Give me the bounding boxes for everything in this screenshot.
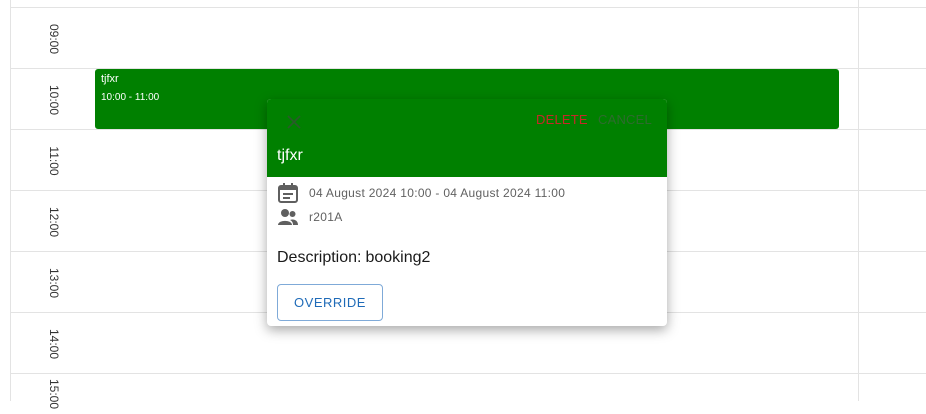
- description-value: booking2: [365, 249, 431, 266]
- cancel-button[interactable]: CANCEL: [598, 112, 652, 128]
- close-icon[interactable]: [283, 111, 305, 133]
- people-icon: [277, 206, 299, 228]
- time-label: 13:00: [47, 267, 61, 299]
- delete-button[interactable]: DELETE: [536, 112, 588, 128]
- hour-line: [10, 7, 926, 8]
- override-button[interactable]: OVERRIDE: [277, 284, 383, 321]
- popup-header: DELETE CANCEL tjfxr: [267, 99, 667, 177]
- time-label: 14:00: [47, 328, 61, 360]
- event-date-range: 04 August 2024 10:00 - 04 August 2024 11…: [309, 186, 566, 200]
- time-label: 11:00: [47, 146, 61, 176]
- time-label: 10:00: [47, 84, 61, 116]
- event-details-popup: DELETE CANCEL tjfxr 04 August 2024 10:00…: [267, 99, 667, 326]
- time-label: 09:00: [47, 23, 61, 55]
- date-row: 04 August 2024 10:00 - 04 August 2024 11…: [277, 183, 565, 203]
- time-column-border: [10, 0, 11, 401]
- calendar-icon: [277, 182, 299, 204]
- resource-row: r201A: [277, 207, 343, 227]
- time-label: 12:00: [47, 206, 61, 238]
- resource-name: r201A: [309, 210, 343, 224]
- time-label: 15:00: [47, 378, 61, 410]
- event-title: tjfxr: [101, 73, 119, 85]
- description: Description: booking2: [277, 248, 430, 268]
- popup-title: tjfxr: [277, 147, 303, 164]
- hour-line: [10, 373, 926, 374]
- description-label: Description:: [277, 249, 362, 266]
- column-divider: [858, 0, 859, 401]
